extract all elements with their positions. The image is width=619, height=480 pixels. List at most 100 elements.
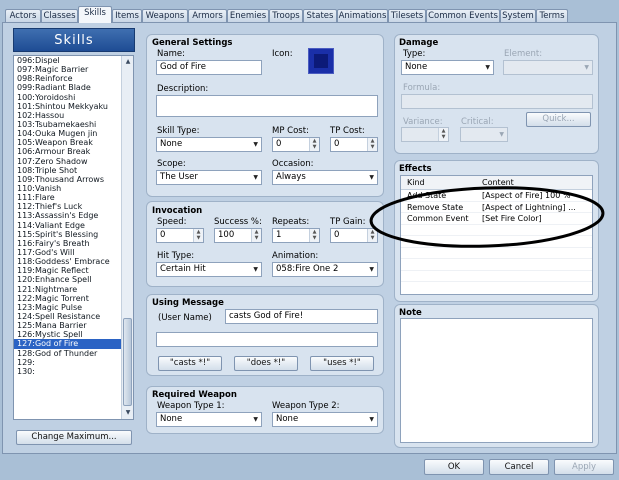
tab-system[interactable]: System bbox=[500, 9, 536, 22]
hit-type-select[interactable]: Certain Hit ▼ bbox=[156, 262, 262, 277]
list-item[interactable]: 111:Flare bbox=[14, 193, 133, 202]
spin-arrows-icon[interactable]: ▲ ▼ bbox=[438, 128, 448, 141]
list-item[interactable]: 129: bbox=[14, 358, 133, 367]
list-item[interactable]: 128:God of Thunder bbox=[14, 349, 133, 358]
chevron-down-icon: ▼ bbox=[253, 416, 258, 423]
list-item[interactable]: 115:Spirit's Blessing bbox=[14, 230, 133, 239]
chevron-down-icon: ▼ bbox=[584, 64, 589, 71]
tab-animations[interactable]: Animations bbox=[337, 9, 388, 22]
scope-select[interactable]: The User ▼ bbox=[156, 170, 262, 185]
name-label: Name: bbox=[157, 49, 185, 59]
variance-stepper[interactable]: ▲ ▼ bbox=[401, 127, 449, 142]
scroll-down-arrow-icon[interactable]: ▼ bbox=[123, 408, 133, 417]
list-item[interactable]: 097:Magic Barrier bbox=[14, 65, 133, 74]
tab-weapons[interactable]: Weapons bbox=[142, 9, 188, 22]
element-select[interactable]: ▼ bbox=[503, 60, 593, 75]
tab-states[interactable]: States bbox=[303, 9, 337, 22]
description-input[interactable] bbox=[156, 95, 378, 117]
weapon-type1-select[interactable]: None ▼ bbox=[156, 412, 262, 427]
skills-list-title: Skills bbox=[13, 28, 135, 52]
casts-preset-button[interactable]: "casts *!" bbox=[158, 356, 222, 371]
spin-arrows-icon[interactable]: ▲ ▼ bbox=[367, 138, 377, 151]
list-item[interactable]: 109:Thousand Arrows bbox=[14, 175, 133, 184]
list-item[interactable]: 102:Hassou bbox=[14, 111, 133, 120]
list-item[interactable]: 110:Vanish bbox=[14, 184, 133, 193]
note-textarea[interactable] bbox=[400, 318, 593, 443]
damage-type-select[interactable]: None ▼ bbox=[401, 60, 494, 75]
list-item[interactable]: 114:Valiant Edge bbox=[14, 221, 133, 230]
animation-select[interactable]: 058:Fire One 2 ▼ bbox=[272, 262, 378, 277]
list-item[interactable]: 108:Triple Shot bbox=[14, 166, 133, 175]
formula-input[interactable] bbox=[401, 94, 593, 109]
list-item[interactable]: 130: bbox=[14, 367, 133, 376]
spin-arrows-icon[interactable]: ▲ ▼ bbox=[309, 229, 319, 242]
spin-arrows-icon[interactable]: ▲ ▼ bbox=[251, 229, 261, 242]
cancel-button[interactable]: Cancel bbox=[489, 459, 549, 475]
does-preset-button[interactable]: "does *!" bbox=[234, 356, 298, 371]
list-item[interactable]: 103:Tsubamekaeshi bbox=[14, 120, 133, 129]
skills-list[interactable]: 096:Dispel 097:Magic Barrier 098:Reinforce… bbox=[13, 55, 134, 420]
speed-stepper[interactable]: 0 ▲ ▼ bbox=[156, 228, 204, 243]
skill-type-select[interactable]: None ▼ bbox=[156, 137, 262, 152]
list-item[interactable]: 113:Assassin's Edge bbox=[14, 211, 133, 220]
scroll-up-arrow-icon[interactable]: ▲ bbox=[123, 57, 133, 66]
list-item[interactable]: 124:Spell Resistance bbox=[14, 312, 133, 321]
list-item[interactable]: 105:Weapon Break bbox=[14, 138, 133, 147]
occasion-select[interactable]: Always ▼ bbox=[272, 170, 378, 185]
message-line1-input[interactable]: casts God of Fire! bbox=[225, 309, 378, 324]
list-item[interactable]: 107:Zero Shadow bbox=[14, 157, 133, 166]
mp-cost-value: 0 bbox=[276, 139, 282, 149]
list-item[interactable]: 118:Goddess' Embrace bbox=[14, 257, 133, 266]
list-item[interactable]: 119:Magic Reflect bbox=[14, 266, 133, 275]
spin-arrows-icon[interactable]: ▲ ▼ bbox=[309, 138, 319, 151]
list-item[interactable]: 096:Dispel bbox=[14, 56, 133, 65]
change-maximum-button[interactable]: Change Maximum... bbox=[16, 430, 132, 445]
name-input[interactable]: God of Fire bbox=[156, 60, 262, 75]
list-item[interactable]: 101:Shintou Mekkyaku bbox=[14, 102, 133, 111]
list-item[interactable]: 126:Mystic Spell bbox=[14, 330, 133, 339]
tab-enemies[interactable]: Enemies bbox=[227, 9, 269, 22]
list-item[interactable]: 106:Armour Break bbox=[14, 147, 133, 156]
list-item[interactable]: 123:Magic Pulse bbox=[14, 303, 133, 312]
weapon-type2-value: None bbox=[276, 414, 299, 424]
apply-button[interactable]: Apply bbox=[554, 459, 614, 475]
list-item[interactable]: 104:Ouka Mugen jin bbox=[14, 129, 133, 138]
list-item[interactable]: 127:God of Fire bbox=[14, 339, 133, 349]
list-item[interactable]: 121:Nightmare bbox=[14, 285, 133, 294]
tab-troops[interactable]: Troops bbox=[269, 9, 303, 22]
table-row[interactable] bbox=[401, 259, 592, 271]
table-row[interactable] bbox=[401, 271, 592, 282]
uses-preset-button[interactable]: "uses *!" bbox=[310, 356, 374, 371]
tab-common-events[interactable]: Common Events bbox=[426, 9, 500, 22]
repeats-stepper[interactable]: 1 ▲ ▼ bbox=[272, 228, 320, 243]
list-item[interactable]: 125:Mana Barrier bbox=[14, 321, 133, 330]
mp-cost-stepper[interactable]: 0 ▲ ▼ bbox=[272, 137, 320, 152]
list-item[interactable]: 120:Enhance Spell bbox=[14, 275, 133, 284]
tab-tilesets[interactable]: Tilesets bbox=[388, 9, 426, 22]
message-line2-input[interactable] bbox=[156, 332, 378, 347]
tab-skills[interactable]: Skills bbox=[78, 6, 112, 23]
list-item[interactable]: 099:Radiant Blade bbox=[14, 83, 133, 92]
tp-cost-stepper[interactable]: 0 ▲ ▼ bbox=[330, 137, 378, 152]
success-stepper[interactable]: 100 ▲ ▼ bbox=[214, 228, 262, 243]
list-item[interactable]: 122:Magic Torrent bbox=[14, 294, 133, 303]
scroll-thumb[interactable] bbox=[123, 318, 132, 406]
list-item[interactable]: 098:Reinforce bbox=[14, 74, 133, 83]
tab-terms[interactable]: Terms bbox=[536, 9, 568, 22]
skill-icon-picker[interactable] bbox=[308, 48, 334, 74]
quick-button[interactable]: Quick... bbox=[526, 112, 591, 127]
tab-classes[interactable]: Classes bbox=[41, 9, 78, 22]
skills-list-scrollbar[interactable]: ▲ ▼ bbox=[121, 56, 133, 419]
ok-button[interactable]: OK bbox=[424, 459, 484, 475]
list-item[interactable]: 116:Fairy's Breath bbox=[14, 239, 133, 248]
list-item[interactable]: 112:Thief's Luck bbox=[14, 202, 133, 211]
critical-select[interactable]: ▼ bbox=[460, 127, 508, 142]
tab-armors[interactable]: Armors bbox=[188, 9, 227, 22]
list-item[interactable]: 117:God's Will bbox=[14, 248, 133, 257]
spin-arrows-icon[interactable]: ▲ ▼ bbox=[193, 229, 203, 242]
tab-actors[interactable]: Actors bbox=[5, 9, 41, 22]
list-item[interactable]: 100:Yoroidoshi bbox=[14, 93, 133, 102]
chevron-down-icon: ▼ bbox=[253, 174, 258, 181]
tab-items[interactable]: Items bbox=[112, 9, 142, 22]
weapon-type2-select[interactable]: None ▼ bbox=[272, 412, 378, 427]
